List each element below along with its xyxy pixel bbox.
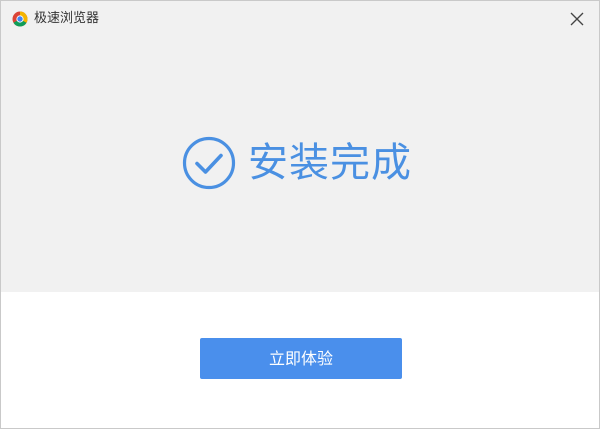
- try-now-button[interactable]: 立即体验: [200, 338, 402, 379]
- check-circle-icon: [182, 136, 236, 190]
- installer-window: 极速浏览器 安装完成 立即体验: [0, 0, 600, 429]
- install-status: 安装完成: [182, 135, 412, 191]
- title-bar: 极速浏览器: [1, 1, 599, 37]
- status-text: 安装完成: [248, 140, 412, 186]
- window-title: 极速浏览器: [34, 11, 100, 26]
- close-icon: [570, 12, 584, 26]
- browser-logo-icon: [12, 11, 28, 27]
- close-button[interactable]: [563, 6, 591, 32]
- status-panel: 极速浏览器 安装完成: [1, 1, 599, 292]
